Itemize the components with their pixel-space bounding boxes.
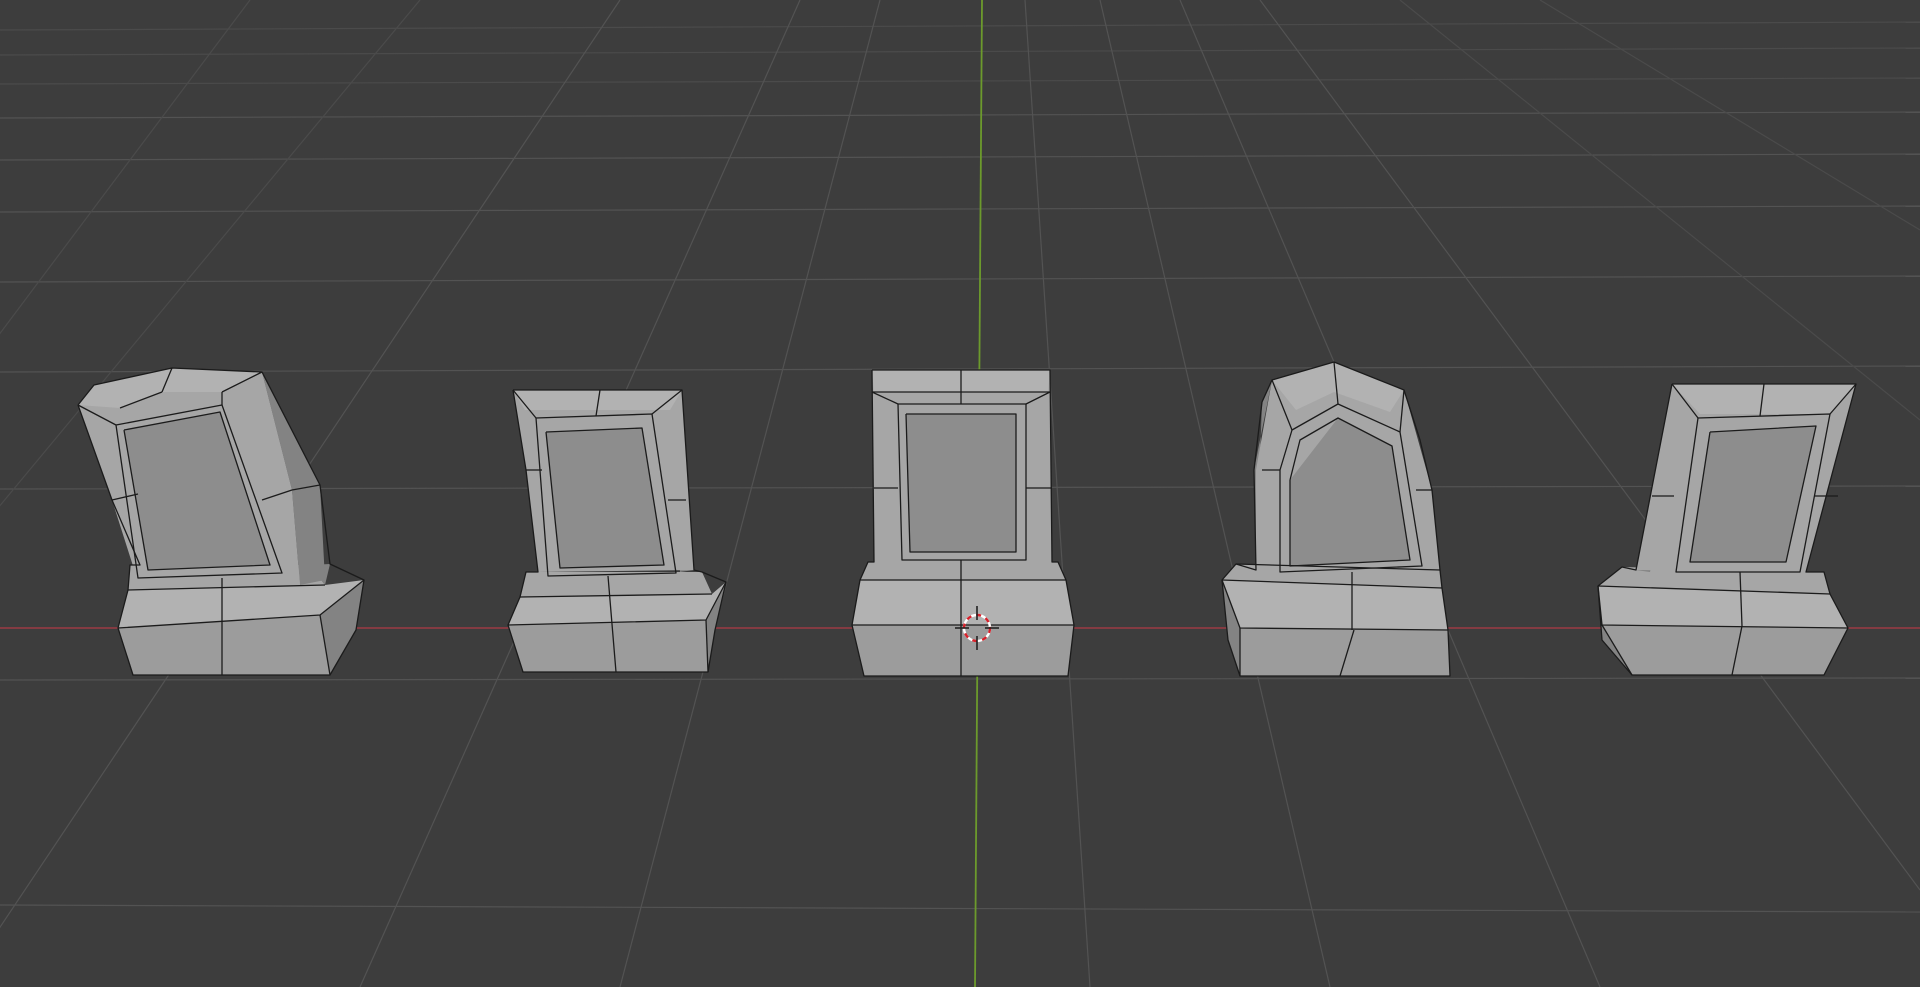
gravestone-5[interactable] — [1597, 383, 1857, 676]
3d-viewport[interactable] — [0, 0, 1920, 987]
viewport-canvas[interactable] — [0, 0, 1920, 987]
gravestone-4[interactable] — [1221, 361, 1451, 677]
gravestone-2[interactable] — [507, 389, 727, 673]
gravestone-1[interactable] — [77, 367, 365, 676]
